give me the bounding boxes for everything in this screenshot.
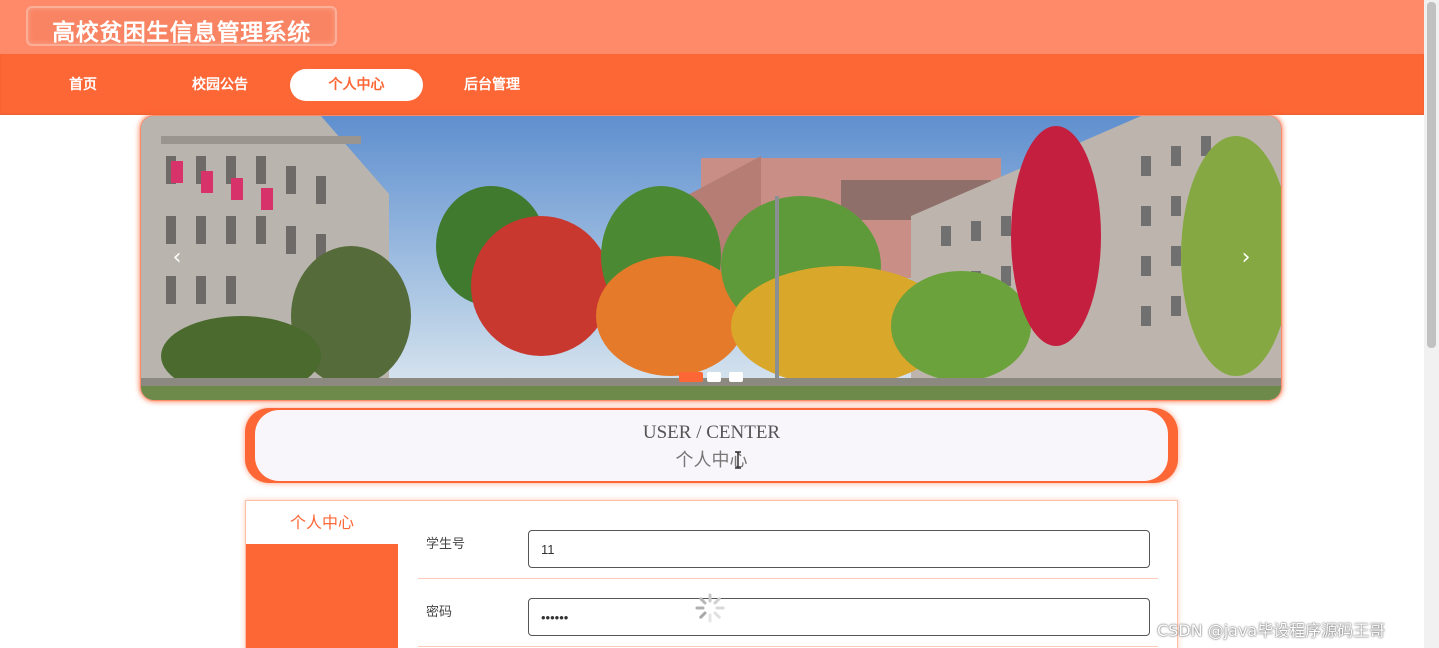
password-input[interactable] <box>528 598 1150 636</box>
form-row-student-id: 学生号 <box>418 511 1158 579</box>
form-row-password: 密码 <box>418 579 1158 647</box>
main-nav: 首页 校园公告 个人中心 后台管理 <box>0 54 1424 115</box>
banner-carousel: ‹ › <box>140 115 1282 401</box>
sidebar-menu: 个人中心 <box>246 501 398 648</box>
carousel-prev-button[interactable]: ‹ <box>165 246 189 270</box>
section-title-en: USER / CENTER <box>642 422 781 443</box>
nav-item-notices[interactable]: 校园公告 <box>165 69 275 101</box>
student-id-label: 学生号 <box>426 537 466 552</box>
campus-photo <box>141 116 1281 400</box>
csdn-watermark: CSDN @java毕设程序源码王哥 <box>1157 621 1386 640</box>
password-label: 密码 <box>426 605 453 620</box>
carousel-dot[interactable] <box>729 372 743 382</box>
user-center-panel: 个人中心 学生号 密码 <box>245 500 1178 648</box>
student-id-input[interactable] <box>528 530 1150 568</box>
section-title-zh: 个人中心 <box>675 450 748 471</box>
nav-item-user-center[interactable]: 个人中心 <box>290 69 423 101</box>
text-cursor-icon <box>735 451 741 469</box>
section-title-inner: USER / CENTER 个人中心 <box>255 410 1168 481</box>
sidebar-item-user-center[interactable]: 个人中心 <box>246 501 398 544</box>
nav-item-admin[interactable]: 后台管理 <box>437 69 547 101</box>
scrollbar-thumb[interactable] <box>1427 2 1436 348</box>
loading-spinner-icon <box>695 593 725 623</box>
carousel-dot[interactable] <box>707 372 721 382</box>
site-title-box: 高校贫困生信息管理系统 <box>26 6 337 46</box>
carousel-dot[interactable] <box>679 372 703 382</box>
page-scrollbar[interactable] <box>1424 0 1439 648</box>
nav-item-home[interactable]: 首页 <box>28 69 138 101</box>
site-title: 高校贫困生信息管理系统 <box>52 20 311 46</box>
top-header: 高校贫困生信息管理系统 <box>0 0 1424 54</box>
section-title-banner: USER / CENTER 个人中心 <box>245 408 1178 483</box>
carousel-next-button[interactable]: › <box>1234 246 1258 270</box>
